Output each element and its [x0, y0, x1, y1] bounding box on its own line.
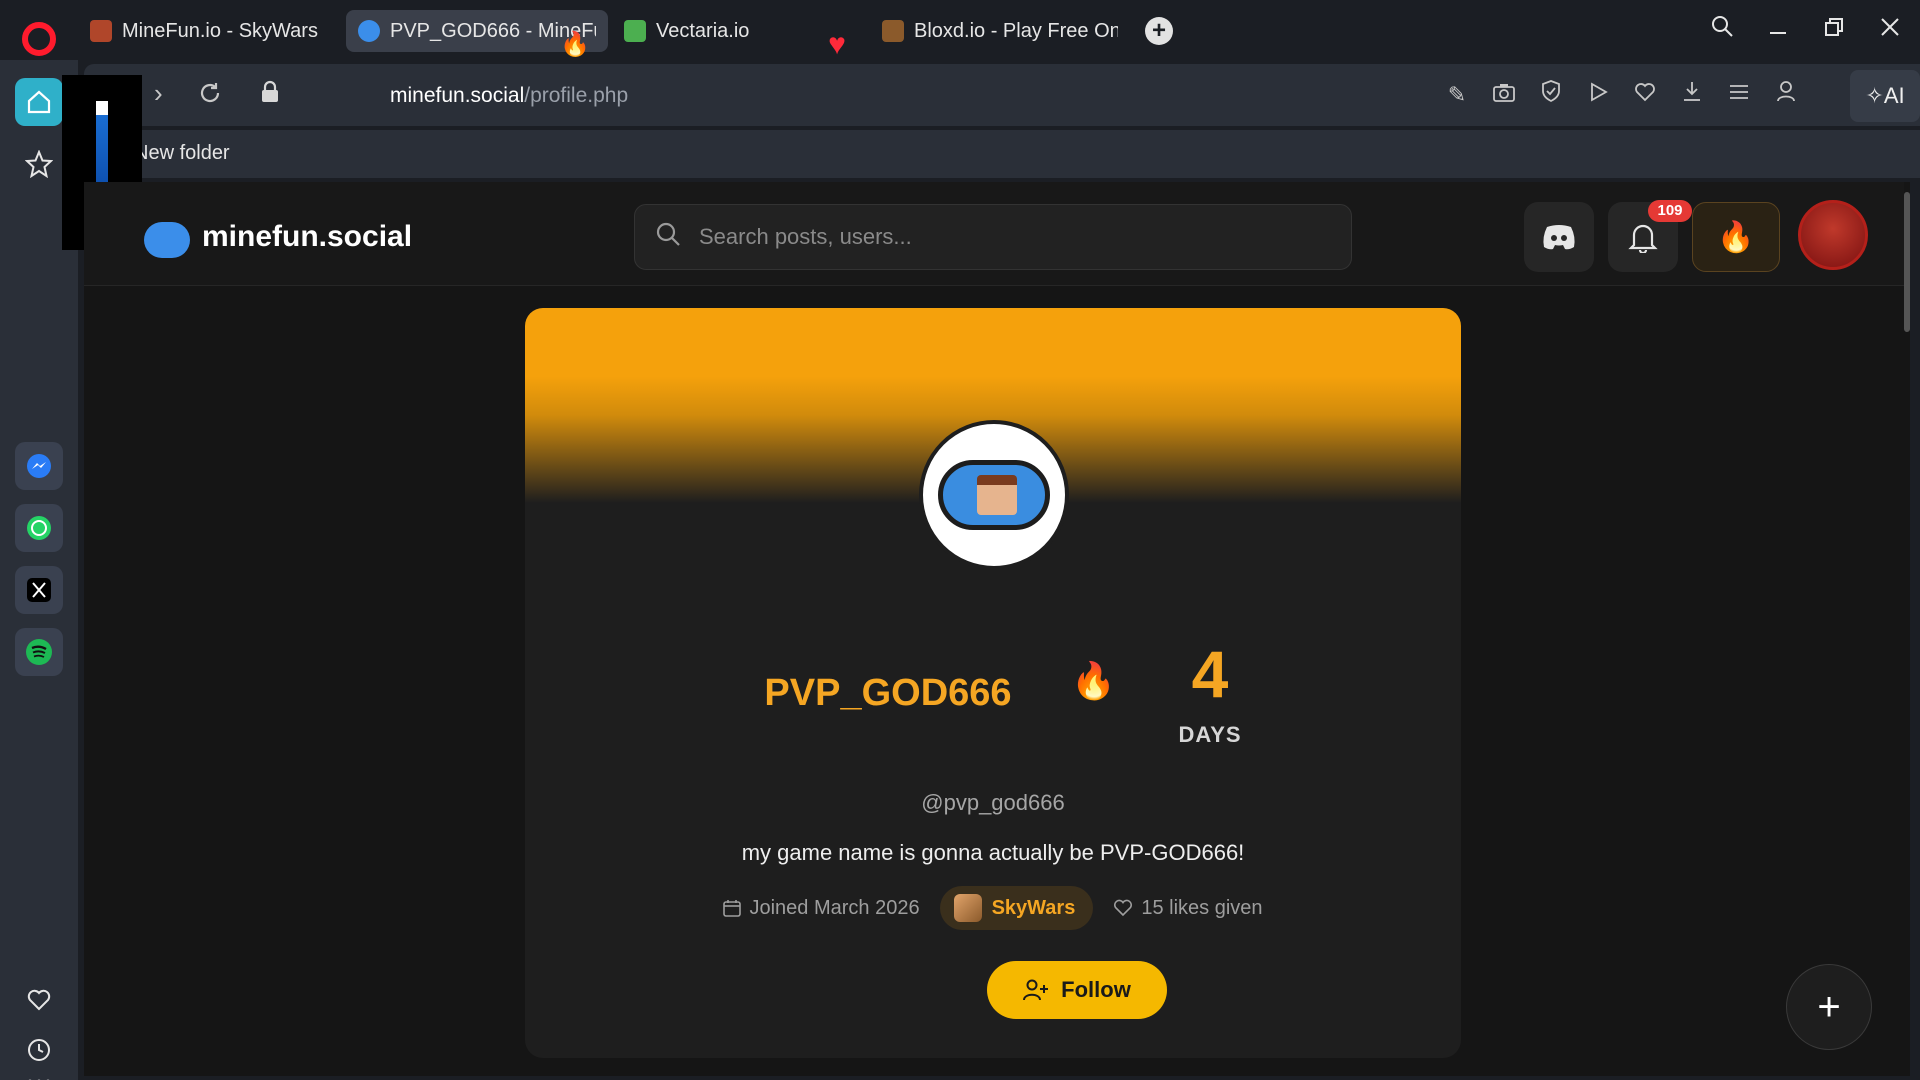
tab-title: Vectaria.io [656, 19, 750, 42]
url-field[interactable]: minefun.social/profile.php [390, 84, 628, 108]
likes-given: 15 likes given [1113, 896, 1263, 920]
vpn-shield-icon[interactable] [1536, 80, 1566, 110]
tab-bloxd[interactable]: Bloxd.io - Play Free Online [870, 10, 1130, 52]
home-icon[interactable] [15, 78, 63, 126]
minimize-icon[interactable] [1762, 14, 1794, 46]
search-icon [655, 221, 681, 254]
fire-icon: 🔥 [1717, 220, 1755, 254]
joined-date: Joined March 2026 [723, 896, 920, 920]
url-host: minefun.social [390, 84, 525, 107]
lock-icon[interactable] [260, 80, 280, 111]
search-tabs-icon[interactable] [1706, 14, 1738, 46]
tab-vectaria[interactable]: Vectaria.io [612, 10, 812, 52]
page-scrollbar[interactable] [1904, 192, 1910, 332]
bookmark-new-folder[interactable]: New folder [134, 142, 230, 165]
messenger-icon[interactable] [15, 442, 63, 490]
notifications-button[interactable]: 109 [1608, 200, 1692, 272]
tab-title: Bloxd.io - Play Free Online [914, 19, 1118, 42]
profile-meta: Joined March 2026 SkyWars 15 likes given [525, 886, 1461, 930]
ai-label: AI [1883, 83, 1905, 108]
site-header: minefun.social 109 🔥 [84, 182, 1904, 286]
follow-button[interactable]: Follow [987, 961, 1167, 1019]
profile-handle: @pvp_god666 [921, 790, 1065, 815]
whatsapp-icon[interactable] [15, 504, 63, 552]
follow-label: Follow [1061, 977, 1131, 1002]
player-play-icon[interactable] [1583, 80, 1613, 110]
discord-button[interactable] [1524, 202, 1594, 272]
opera-logo-icon[interactable] [22, 22, 56, 56]
tab-minefun-skywars[interactable]: MineFun.io - SkyWars [78, 10, 333, 52]
create-post-button[interactable]: + [1786, 964, 1872, 1050]
heart-icon[interactable] [15, 976, 63, 1024]
star-icon[interactable] [15, 140, 63, 188]
edit-page-icon[interactable]: ✎ [1442, 80, 1472, 110]
streak-button[interactable]: 🔥 [1692, 202, 1780, 272]
skywars-game-icon [953, 894, 982, 922]
address-bar: › minefun.social/profile.php ✎ ✧AI [84, 64, 1920, 126]
favorite-game-chip[interactable]: SkyWars [939, 886, 1094, 930]
heart-outline-icon [1114, 899, 1133, 917]
user-avatar[interactable] [1798, 200, 1868, 270]
streak-fire-icon: 🔥 [1071, 660, 1116, 701]
minefun-social-favicon-icon [358, 20, 380, 42]
close-window-icon[interactable] [1874, 14, 1906, 46]
fire-icon: 🔥 [560, 31, 590, 58]
site-name[interactable]: minefun.social [202, 220, 412, 254]
joined-text: Joined March 2026 [749, 896, 920, 919]
profile-card: PVP_GOD666 🔥 4 DAYS @pvp_god666 my game … [525, 308, 1461, 1058]
brightness-handle[interactable] [96, 101, 108, 115]
profile-username-row: PVP_GOD666 [525, 672, 1461, 715]
spotify-icon[interactable] [15, 628, 63, 676]
streak-count: 4 [1191, 637, 1229, 711]
more-options-icon[interactable] [15, 1066, 63, 1080]
browser-tab-bar: MineFun.io - SkyWars PVP_GOD666 - MineFu… [0, 0, 1920, 60]
forward-icon[interactable]: › [154, 78, 163, 109]
page-viewport: minefun.social 109 🔥 PVP_GOD666 🔥 4 [84, 182, 1910, 1076]
bookmark-heart-icon[interactable] [1630, 80, 1660, 110]
profile-username: PVP_GOD666 [764, 672, 1012, 714]
easy-setup-icon[interactable] [1724, 80, 1754, 110]
heart-icon: ♥ [828, 28, 846, 61]
notification-count-badge: 109 [1648, 200, 1692, 222]
x-twitter-icon[interactable] [15, 566, 63, 614]
cloud-avatar-icon [938, 460, 1050, 530]
search-input[interactable] [699, 217, 1319, 257]
site-logo-icon[interactable] [144, 222, 190, 258]
download-icon[interactable] [1677, 80, 1707, 110]
favorite-game-label: SkyWars [991, 896, 1076, 919]
ai-sparkle-icon: ✧ [1865, 83, 1884, 108]
vectaria-favicon-icon [624, 20, 646, 42]
bloxd-favicon-icon [882, 20, 904, 42]
add-user-icon [1023, 979, 1049, 1001]
streak-label: DAYS [1178, 722, 1242, 747]
likes-given-text: 15 likes given [1141, 896, 1263, 919]
bell-icon [1628, 224, 1658, 253]
discord-icon [1543, 225, 1575, 250]
ai-button[interactable]: ✧AI [1850, 70, 1920, 122]
profile-bio: my game name is gonna actually be PVP-GO… [741, 840, 1245, 865]
search-box[interactable] [634, 204, 1352, 270]
camera-icon[interactable] [1489, 80, 1519, 110]
profile-icon[interactable] [1771, 80, 1801, 110]
bookmarks-bar: New folder [84, 130, 1920, 178]
tab-title: MineFun.io - SkyWars [122, 19, 318, 42]
minefun-favicon-icon [90, 20, 112, 42]
calendar-icon [723, 900, 742, 917]
restore-icon[interactable] [1818, 14, 1850, 46]
url-path: /profile.php [524, 84, 629, 107]
profile-avatar[interactable] [919, 420, 1069, 570]
new-tab-button[interactable]: + [1145, 17, 1173, 45]
reload-icon[interactable] [198, 81, 222, 112]
